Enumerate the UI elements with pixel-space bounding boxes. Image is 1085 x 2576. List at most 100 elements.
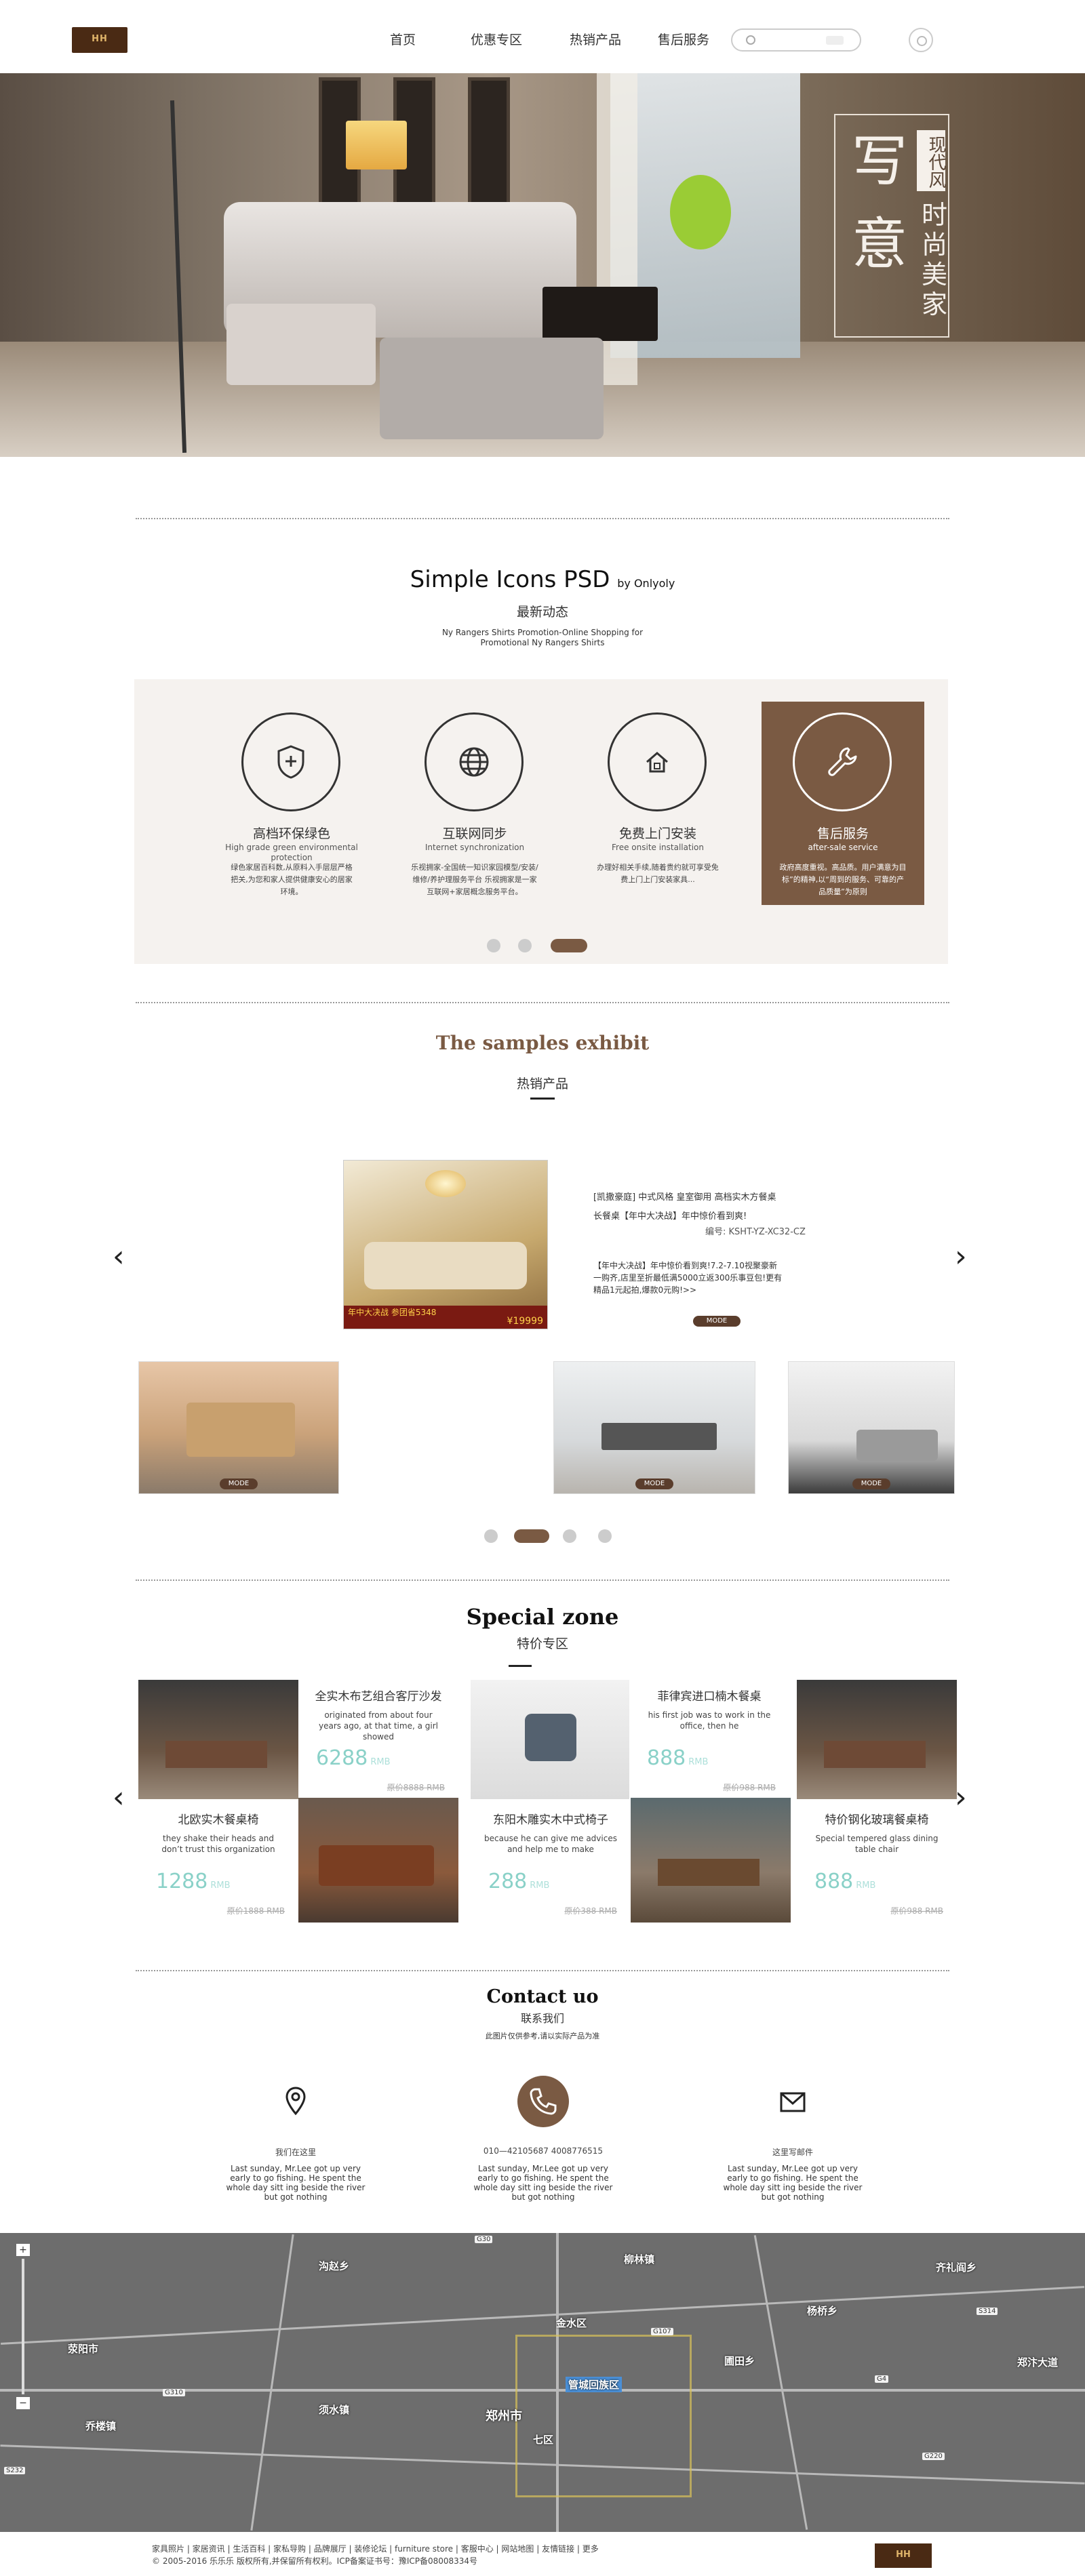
map-label: 杨桥乡 [807,2305,838,2317]
product-thumb-dining[interactable]: MODE [553,1361,755,1494]
zoom-slider[interactable] [22,2259,24,2394]
map-label: 柳林镇 [624,2253,655,2266]
search-input[interactable] [731,28,861,52]
service-en: after-sale service [808,843,878,852]
feature-line: [凯撒豪庭] 中式风格 皇室御用 高档实木方餐桌 [593,1192,776,1203]
price-value: 888 [647,1746,686,1770]
contact-phone: 010—42105687 4008776515 [483,2146,604,2156]
nav-after-sale[interactable]: 售后服务 [658,30,709,48]
services-title-text: Simple Icons PSD [410,566,610,593]
mode-button[interactable]: MODE [635,1478,673,1489]
zoom-in-button[interactable]: + [16,2244,30,2256]
service-card[interactable]: 互联网同步 Internet synchronization 乐视拥家-全国统一… [393,702,556,905]
map-zoom-control: + − [11,2237,31,2420]
samples-pager-dot[interactable] [563,1529,576,1543]
contact-title: Contact uo [486,1986,599,2007]
special-item-desc: his first job was to work in the office,… [648,1710,771,1731]
service-en: High grade green environmental protectio… [225,843,358,862]
user-icon[interactable] [909,28,933,52]
samples-pager-dot-active[interactable] [514,1529,549,1543]
hero-green-chair [670,175,731,249]
phone-icon [517,2076,569,2127]
special-image[interactable] [631,1798,791,1923]
map-ring-road [515,2335,692,2497]
special-item-price: 6288 RMB [316,1746,391,1770]
special-image[interactable] [298,1798,458,1923]
logo-text: HH [92,34,108,44]
services-pager-dot[interactable] [518,939,532,952]
footer-links[interactable]: 家具照片 | 家居资讯 | 生活百科 | 家私导购 | 品牌展厅 | 装修论坛 … [152,2543,599,2554]
hero-ottoman [380,338,604,439]
special-item[interactable]: 东阳木雕实木中式椅子 because he can give me advice… [471,1803,631,1923]
nav-hot-products[interactable]: 热销产品 [570,30,621,48]
service-card[interactable]: 高档环保绿色 High grade green environmental pr… [210,702,373,905]
hero-slogan: 写 意 现代风 时 尚 美 家 [834,114,949,338]
special-image[interactable] [471,1680,631,1799]
featured-product-image[interactable]: 年中大决战 参团省5348 ¥19999 [343,1160,548,1329]
site-logo[interactable]: HH [72,27,127,53]
location-map[interactable]: 荥阳市 金水区 郑州市 管城回族区 七区 圃田乡 杨桥乡 柳林镇 齐礼阎乡 沟赵… [0,2233,1085,2532]
special-item[interactable]: 特价钢化玻璃餐桌椅 Special tempered glass dining … [797,1803,957,1923]
location-pin-icon [285,2087,306,2116]
samples-pager-dot[interactable] [484,1529,498,1543]
table-shape [658,1859,760,1886]
samples-pager-dot[interactable] [598,1529,612,1543]
divider [136,1579,949,1581]
thumb-table-shape [601,1423,717,1450]
feature-promo: 【年中大决战】年中惊价看到爽!7.2-7.10视聚豪新一购齐,店里至折最低满50… [593,1261,783,1295]
special-item[interactable]: 北欧实木餐桌椅 they shake their heads and don’t… [138,1803,298,1923]
promo-banner: 年中大决战 参团省5348 ¥19999 [344,1306,547,1329]
price-value: 288 [488,1870,528,1893]
product-thumb-living[interactable]: MODE [788,1361,955,1494]
special-image[interactable] [138,1680,298,1799]
chevron-left-icon[interactable]: ‹ [113,1242,125,1272]
search-button[interactable] [826,36,844,45]
table-shape [824,1741,926,1768]
footer-logo[interactable]: HH [875,2543,932,2568]
hero-sofa-end [226,304,376,385]
map-label: 七区 [533,2434,554,2446]
price-unit: RMB [530,1880,550,1891]
site-header: HH 首页 优惠专区 热销产品 售后服务 [0,0,1085,73]
map-road-badge: S232 [4,2467,26,2474]
contact-text: Last sunday, Mr.Lee got up very early to… [226,2164,366,2202]
chevron-right-icon[interactable]: › [955,1242,967,1272]
mode-button[interactable]: MODE [693,1316,741,1327]
services-pager-dot-active[interactable] [551,939,587,952]
contact-label: 我们在这里 [275,2148,316,2157]
zoom-out-button[interactable]: − [16,2397,30,2409]
hero-vert-char: 美 [921,260,947,289]
feature-line: 长餐桌【年中大决战】年中惊价看到爽! [593,1211,747,1222]
map-road-badge: G220 [922,2453,945,2460]
special-item-old-price: 原价988 RMB [890,1906,943,1916]
chevron-left-icon[interactable]: ‹ [113,1783,125,1813]
chandelier [425,1170,466,1197]
nav-discount[interactable]: 优惠专区 [471,30,522,48]
special-item[interactable]: 菲律宾进口楠木餐桌 his first job was to work in t… [629,1680,789,1799]
hero-banner: 写 意 现代风 时 尚 美 家 [0,73,1085,457]
hero-frame [468,77,510,206]
special-subtitle: 特价专区 [516,1636,568,1651]
contact-subtitle: 联系我们 [520,2012,564,2025]
map-label: 荥阳市 [68,2343,99,2355]
product-thumb-bed[interactable]: MODE [138,1361,339,1494]
special-item[interactable]: 全实木布艺组合客厅沙发 originated from about four y… [298,1680,458,1799]
service-text: 绿色家居百科数,从原料入手层层严格把关,为您和家人提供健康安心的居家环境。 [231,863,353,896]
nav-home[interactable]: 首页 [390,30,416,48]
promo-banner-price: ¥19999 [507,1316,543,1327]
globe-icon [459,747,489,777]
special-image[interactable] [797,1680,957,1799]
services-pager-dot[interactable] [487,939,500,952]
mode-button[interactable]: MODE [220,1478,258,1489]
table-shape [165,1741,267,1768]
mail-icon [780,2092,806,2112]
mode-button[interactable]: MODE [852,1478,890,1489]
service-icon-circle [241,712,340,811]
service-card-active[interactable]: 售后服务 after-sale service 政府高度重视。高品质。用户满意为… [762,702,924,905]
special-title: Special zone [466,1604,619,1630]
special-item-name: 北欧实木餐桌椅 [178,1813,259,1827]
samples-subtitle: 热销产品 [516,1076,568,1091]
contact-note: 此图片仅供参考,请以实际产品为准 [485,2032,600,2040]
samples-title: The samples exhibit [435,1032,650,1054]
service-card[interactable]: 免费上门安装 Free onsite installation 办理好相关手续,… [576,702,739,905]
